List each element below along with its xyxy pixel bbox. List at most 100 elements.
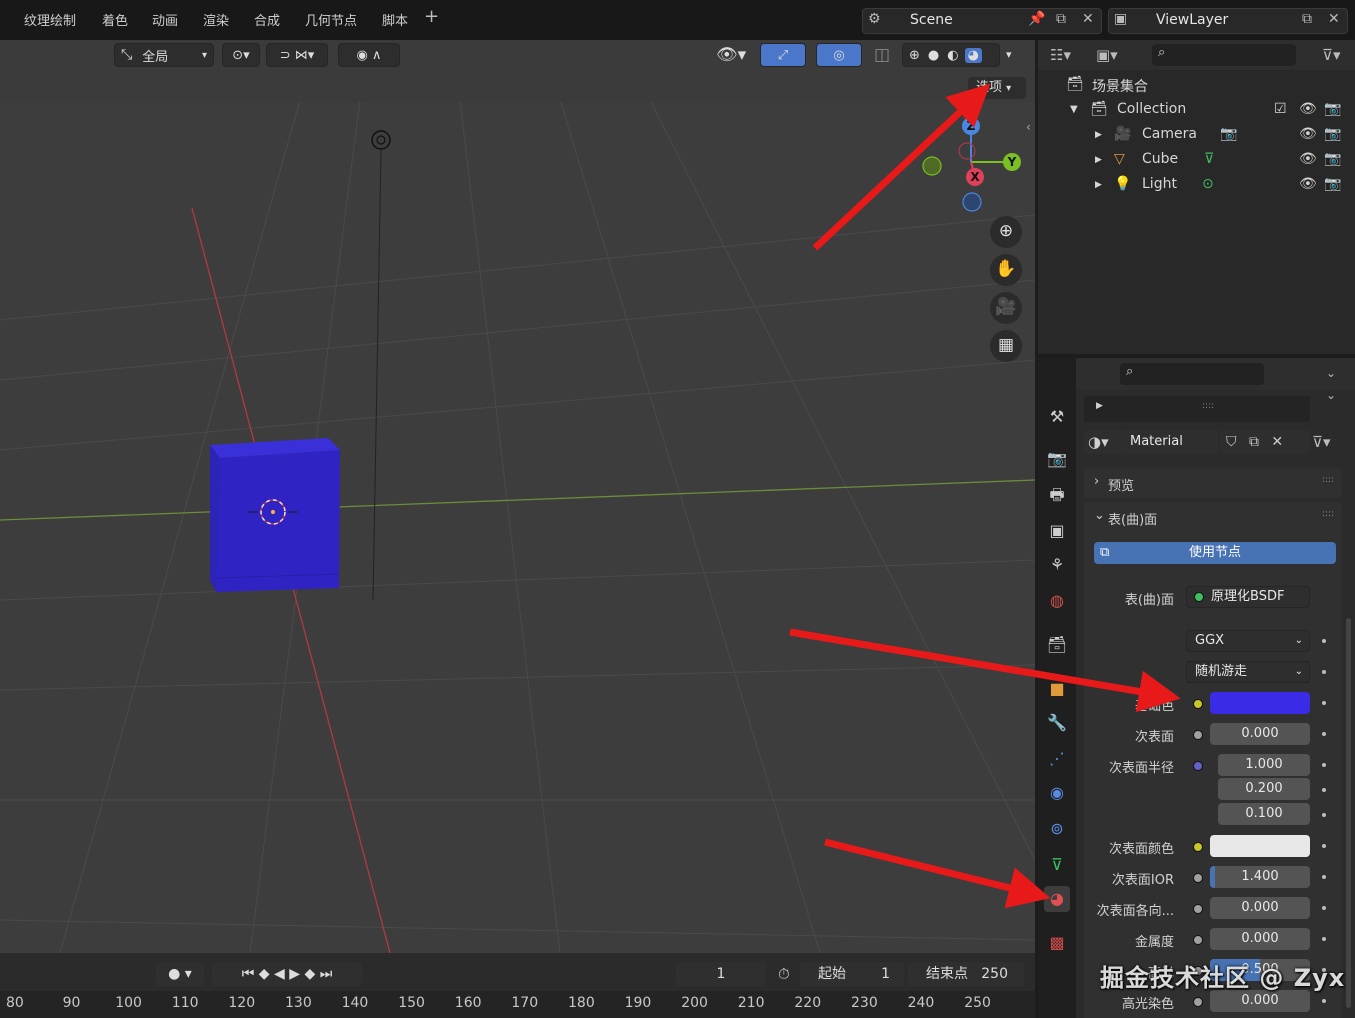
scene-collection-row[interactable]: 🗃 场景集合: [1038, 72, 1355, 97]
current-frame-field[interactable]: 1: [676, 962, 766, 986]
3d-viewport[interactable]: ⤡ 全局 ▾ ⊙▾ ⊃ ⋈▾ ◉ ∧ 👁▾ ⤢ ◎ ◫ ⊕ ● ◐ ◕ ▾ 选项…: [0, 40, 1035, 953]
zoom-view-button[interactable]: ⊕: [990, 216, 1022, 248]
camera-render-icon[interactable]: 📷: [1324, 101, 1341, 117]
snapping-select[interactable]: ⊃ ⋈▾: [266, 43, 328, 67]
keyframe-dot[interactable]: [1322, 937, 1326, 941]
overlay-toggle[interactable]: ◎: [816, 43, 862, 67]
surface-shader-select[interactable]: 原理化BSDF: [1186, 586, 1310, 608]
subsurface-method-select[interactable]: 随机游走 ⌄: [1186, 661, 1310, 683]
subsurface-anisotropy-field[interactable]: 0.000: [1210, 897, 1310, 919]
tab-shading[interactable]: 着色: [102, 10, 128, 29]
keyframe-dot[interactable]: [1322, 639, 1326, 643]
drag-handle-icon[interactable]: ::::: [1322, 475, 1334, 485]
new-view-layer-icon[interactable]: ⧉: [1302, 11, 1312, 27]
shading-dropdown-icon[interactable]: ▾: [1006, 48, 1012, 61]
checkbox-icon[interactable]: ☑: [1274, 101, 1287, 117]
scene-selector[interactable]: [862, 8, 1102, 34]
value-socket-icon[interactable]: [1193, 730, 1203, 740]
subsurface-radius-x-field[interactable]: 1.000: [1218, 754, 1310, 776]
subsurface-radius-z-field[interactable]: 0.100: [1218, 803, 1310, 825]
visibility-icon[interactable]: 👁▾: [716, 45, 746, 65]
navigation-gizmo[interactable]: Z Y X: [915, 110, 1030, 220]
xray-icon[interactable]: ◫: [874, 45, 890, 65]
options-button[interactable]: 选项 ▾: [968, 77, 1026, 99]
tab-geometry-nodes[interactable]: 几何节点: [305, 10, 357, 29]
expand-arrow-icon[interactable]: ▶: [1095, 180, 1102, 190]
pin-icon[interactable]: 📌: [1028, 11, 1045, 27]
jump-start-icon[interactable]: ⏮: [242, 966, 255, 982]
delete-scene-icon[interactable]: ✕: [1082, 11, 1094, 27]
preview-panel-header[interactable]: › 预览 ::::: [1084, 468, 1342, 498]
sidebar-toggle-icon[interactable]: ‹: [1026, 120, 1031, 134]
keyframe-dot[interactable]: [1322, 999, 1326, 1003]
subsurface-ior-field[interactable]: 1.400: [1210, 866, 1310, 888]
keyframe-dot[interactable]: [1322, 844, 1326, 848]
subsurface-field[interactable]: 0.000: [1210, 723, 1310, 745]
cube-object[interactable]: [210, 438, 340, 592]
tab-scripting[interactable]: 脚本: [382, 10, 408, 29]
auto-keying-button[interactable]: ● ▾: [156, 962, 204, 986]
tab-texture-paint[interactable]: 纹理绘制: [24, 10, 76, 29]
material-browse-button[interactable]: ◑▾: [1084, 430, 1124, 454]
filter-icon[interactable]: ⊽▾: [1322, 46, 1341, 64]
view-layer-filter-icon[interactable]: ▣▾: [1096, 46, 1118, 64]
new-scene-icon[interactable]: ⧉: [1056, 11, 1066, 27]
eye-icon[interactable]: 👁: [1299, 151, 1317, 167]
view-layer-tab[interactable]: ▣: [1044, 518, 1070, 544]
light-data-icon[interactable]: ⊙: [1202, 176, 1214, 192]
camera-render-icon[interactable]: 📷: [1324, 126, 1341, 142]
display-mode-icon[interactable]: ☷▾: [1050, 46, 1071, 64]
resize-handle-icon[interactable]: ::::: [1202, 401, 1214, 411]
prev-keyframe-icon[interactable]: ◆: [259, 966, 270, 982]
metallic-field[interactable]: 0.000: [1210, 928, 1310, 950]
eye-icon[interactable]: 👁: [1299, 176, 1317, 192]
physics-tab[interactable]: ◉: [1044, 780, 1070, 806]
duplicate-icon[interactable]: ⧉: [1249, 434, 1259, 450]
properties-search-input[interactable]: ⌕: [1120, 363, 1264, 385]
perspective-toggle-button[interactable]: ▦: [990, 330, 1022, 362]
pivot-point-select[interactable]: ⊙▾: [222, 43, 260, 67]
next-keyframe-icon[interactable]: ◆: [304, 966, 315, 982]
neg-z-axis-handle[interactable]: [962, 192, 982, 212]
jump-end-icon[interactable]: ⏭: [320, 966, 333, 982]
outliner-item-light[interactable]: ▶ 💡 Light ⊙ 👁 📷: [1038, 172, 1355, 197]
solid-shading-icon[interactable]: ●: [928, 48, 939, 63]
drag-handle-icon[interactable]: ::::: [1322, 509, 1334, 519]
eye-icon[interactable]: 👁: [1299, 126, 1317, 142]
keyframe-dot[interactable]: [1322, 732, 1326, 736]
chevron-down-icon[interactable]: ⌄: [1326, 366, 1336, 380]
specular-tint-field[interactable]: 0.000: [1210, 990, 1310, 1012]
keyframe-dot[interactable]: [1322, 701, 1326, 705]
outliner-item-camera[interactable]: ▶ 🎥 Camera 📷 👁 📷: [1038, 122, 1355, 147]
close-icon[interactable]: ✕: [1271, 434, 1283, 450]
value-socket-icon[interactable]: [1193, 935, 1203, 945]
vector-socket-icon[interactable]: [1193, 761, 1203, 771]
keyframe-dot[interactable]: [1322, 763, 1326, 767]
start-frame-field[interactable]: 起始 1: [800, 962, 904, 986]
subsurface-color-field[interactable]: [1210, 835, 1310, 857]
subsurface-radius-y-field[interactable]: 0.200: [1218, 778, 1310, 800]
delete-view-layer-icon[interactable]: ✕: [1328, 11, 1340, 27]
camera-render-icon[interactable]: 📷: [1324, 176, 1341, 192]
color-socket-icon[interactable]: [1193, 699, 1203, 709]
base-color-field[interactable]: [1210, 692, 1310, 714]
properties-scrollbar[interactable]: [1346, 618, 1351, 1008]
keyframe-dot[interactable]: [1322, 670, 1326, 674]
expand-arrow-icon[interactable]: ▼: [1070, 104, 1078, 115]
expand-arrow-icon[interactable]: ▶: [1096, 401, 1103, 411]
tab-compositing[interactable]: 合成: [254, 10, 280, 29]
scene-tab[interactable]: ⚘: [1044, 552, 1070, 578]
neg-y-axis-handle[interactable]: [922, 156, 942, 176]
expand-arrow-icon[interactable]: ▶: [1095, 155, 1102, 165]
use-nodes-button[interactable]: ⧉ 使用节点: [1094, 542, 1336, 564]
neg-x-axis-handle[interactable]: [958, 142, 976, 160]
chevron-down-icon[interactable]: ⌄: [1326, 388, 1336, 402]
tab-rendering[interactable]: 渲染: [203, 10, 229, 29]
mesh-data-icon[interactable]: ⊽: [1204, 151, 1214, 167]
collection-tab[interactable]: 🗃: [1044, 632, 1070, 658]
eye-icon[interactable]: 👁: [1299, 101, 1317, 117]
proportional-edit-select[interactable]: ◉ ∧: [338, 43, 400, 67]
wireframe-shading-icon[interactable]: ⊕: [909, 48, 920, 63]
outliner-search-input[interactable]: ⌕: [1152, 44, 1296, 66]
collection-row[interactable]: ▼ 🗃 Collection ☑ 👁 📷: [1038, 97, 1355, 122]
